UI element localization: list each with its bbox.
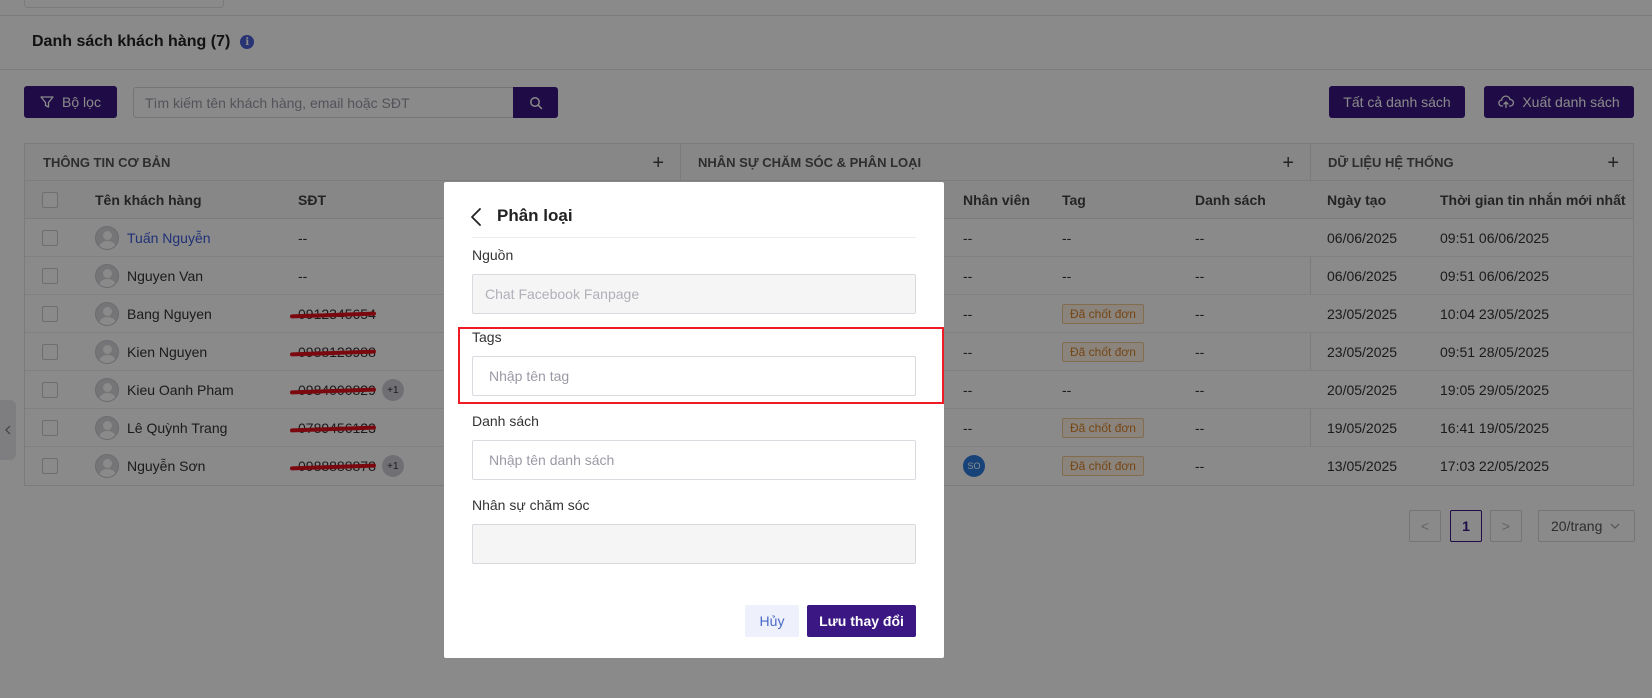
save-button[interactable]: Lưu thay đổi [807, 605, 916, 637]
list-label: Danh sách [472, 413, 539, 429]
chevron-left-icon [471, 208, 481, 226]
cancel-button[interactable]: Hủy [745, 605, 799, 637]
source-field: Chat Facebook Fanpage [472, 274, 916, 314]
staff-field[interactable] [472, 524, 916, 564]
tags-input[interactable]: Nhập tên tag [472, 356, 916, 396]
source-label: Nguồn [472, 247, 514, 263]
tags-label: Tags [472, 329, 502, 345]
tags-placeholder: Nhập tên tag [489, 368, 570, 384]
modal-title: Phân loại [497, 206, 573, 225]
back-button[interactable] [470, 205, 486, 229]
list-placeholder: Nhập tên danh sách [489, 452, 615, 468]
divider [472, 237, 916, 238]
staff-label: Nhân sự chăm sóc [472, 497, 590, 513]
classify-modal: Phân loại Nguồn Chat Facebook Fanpage Ta… [444, 182, 944, 658]
list-input[interactable]: Nhập tên danh sách [472, 440, 916, 480]
source-value: Chat Facebook Fanpage [485, 286, 640, 302]
